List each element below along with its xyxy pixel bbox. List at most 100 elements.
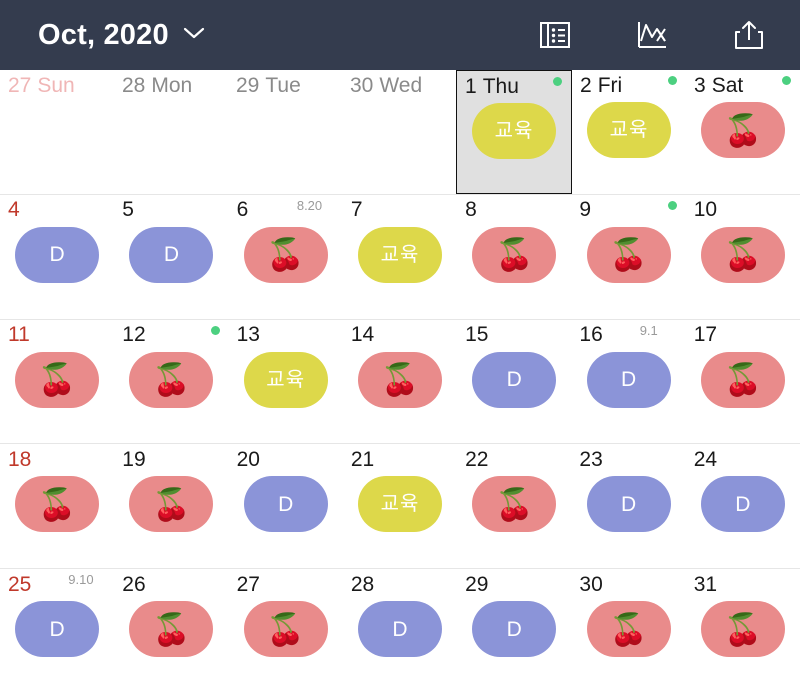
day-number: 10 — [693, 198, 718, 222]
event-pill-diet[interactable]: D — [586, 476, 671, 533]
lunar-date-label: 9.10 — [68, 572, 94, 588]
event-pill-cherry[interactable]: 🍒 — [700, 351, 785, 408]
calendar-day-cell[interactable]: 31 🍒 — [686, 569, 800, 693]
calendar-day-cell[interactable]: 9.10 26 🍒 — [68, 569, 228, 693]
calendar-day-cell[interactable]: 25 D — [0, 569, 114, 693]
statistics-chart-icon[interactable] — [635, 18, 669, 52]
calendar-day-cell[interactable]: 8 🍒 — [457, 195, 571, 319]
calendar-day-cell[interactable]: 6 🍒 — [229, 195, 343, 319]
event-pill-education[interactable]: 교육 — [357, 476, 442, 533]
calendar-week-row: 27 Sun 28 Mon 29 Tue 30 Wed 1 Thu 교육 2 Fri 교육 3 Sat 🍒 — [0, 70, 800, 194]
event-pill-diet[interactable]: D — [700, 476, 785, 533]
day-number: 25 — [8, 572, 32, 596]
event-pill-cherry[interactable]: 🍒 — [586, 226, 671, 283]
event-pill-diet[interactable]: D — [243, 476, 328, 533]
calendar-day-cell[interactable]: 13 교육 — [229, 320, 343, 444]
calendar-day-cell[interactable]: 14 🍒 — [343, 320, 457, 444]
day-number-row: 30 Wed — [342, 70, 456, 100]
calendar-day-cell[interactable]: 9.1 17 🍒 — [640, 320, 800, 444]
calendar-day-cell-selected[interactable]: 1 Thu 교육 — [456, 70, 572, 194]
day-number-row: 28 Mon — [114, 70, 228, 100]
day-number: 13 — [236, 323, 260, 347]
event-pill-cherry[interactable]: 🍒 — [472, 226, 557, 283]
calendar-day-cell[interactable]: 15 D — [457, 320, 571, 444]
calendar-day-cell[interactable]: 28 D — [343, 569, 457, 693]
event-pill-diet[interactable]: D — [15, 601, 100, 658]
event-pill-diet[interactable]: D — [472, 601, 557, 658]
weekday-label: Wed — [379, 73, 423, 97]
event-pill-cherry[interactable]: 🍒 — [129, 351, 214, 408]
day-number-row: 14 — [343, 320, 457, 350]
day-number-row: 8 — [457, 195, 571, 225]
calendar-day-cell[interactable]: 4D — [0, 195, 114, 319]
event-pill-cherry[interactable]: 🍒 — [700, 226, 785, 283]
day-number-row: 24 — [686, 444, 800, 474]
calendar-day-cell[interactable]: 30 🍒 — [571, 569, 685, 693]
calendar-day-cell[interactable]: 29 D — [457, 569, 571, 693]
event-pill-diet[interactable]: D — [357, 601, 442, 658]
day-number-row: 23 — [571, 444, 685, 474]
day-number-row: 12 — [114, 320, 228, 350]
event-pill-diet[interactable]: D — [472, 351, 557, 408]
event-pill-cherry[interactable]: 🍒 — [357, 351, 442, 408]
event-pill-cherry[interactable]: 🍒 — [15, 351, 100, 408]
calendar-day-cell[interactable]: 22 🍒 — [457, 444, 571, 568]
calendar-day-cell[interactable]: 2 Fri 교육 — [572, 70, 686, 194]
event-pill-cherry[interactable]: 🍒 — [243, 601, 328, 658]
calendar-day-cell[interactable]: 24 D — [686, 444, 800, 568]
weekday-label: Sun — [37, 73, 75, 97]
event-pill-diet[interactable]: D — [586, 351, 671, 408]
event-pill-education[interactable]: 교육 — [243, 351, 328, 408]
event-pill-education[interactable]: 교육 — [587, 102, 671, 158]
calendar-day-cell[interactable]: 20 D — [229, 444, 343, 568]
share-export-icon[interactable] — [732, 18, 766, 52]
day-number: 5 — [122, 198, 134, 222]
weekday-label: Fri — [597, 73, 623, 97]
event-pill-cherry[interactable]: 🍒 — [129, 476, 214, 533]
calendar-day-cell[interactable]: 19 🍒 — [114, 444, 228, 568]
event-pill-cherry[interactable]: 🍒 — [701, 102, 785, 158]
event-pill-label: D — [735, 492, 751, 516]
calendar-day-cell[interactable]: 11 🍒 — [0, 320, 114, 444]
calendar-day-cell[interactable]: 27 🍒 — [229, 569, 343, 693]
calendar-day-cell[interactable]: 23 D — [571, 444, 685, 568]
day-number: 7 — [350, 198, 363, 222]
calendar-day-cell[interactable]: 5D — [114, 195, 228, 319]
event-pill-cherry[interactable]: 🍒 — [243, 226, 328, 283]
event-pill-cherry[interactable]: 🍒 — [472, 476, 557, 533]
day-number-row: 19 — [114, 444, 228, 474]
event-pill-cherry[interactable]: 🍒 — [129, 601, 214, 658]
calendar-day-cell[interactable]: 18 🍒 — [0, 444, 114, 568]
day-number-row: 9.1 17 — [640, 320, 800, 350]
calendar-day-cell[interactable]: 9 🍒 — [571, 195, 685, 319]
day-number-row: 28 — [343, 569, 457, 599]
calendar-day-cell[interactable]: 16 D — [571, 320, 685, 444]
empty-day-slot — [243, 102, 327, 158]
event-pill-education[interactable]: 교육 — [357, 226, 442, 283]
calendar-day-cell[interactable]: 3 Sat 🍒 — [686, 70, 800, 194]
day-number: 29 — [236, 73, 260, 97]
day-number: 15 — [465, 323, 489, 347]
chevron-down-icon[interactable] — [183, 26, 205, 45]
calendar-day-cell[interactable]: 8.20 7 교육 — [297, 195, 457, 319]
event-pill-cherry[interactable]: 🍒 — [700, 601, 785, 658]
calendar-day-cell[interactable]: 27 Sun — [0, 70, 114, 194]
calendar-day-cell[interactable]: 30 Wed — [342, 70, 456, 194]
event-pill-education[interactable]: 교육 — [472, 103, 556, 159]
event-pill-diet[interactable]: D — [129, 226, 214, 283]
calendar-day-cell[interactable]: 28 Mon — [114, 70, 228, 194]
day-number-row: 5 — [114, 195, 228, 225]
header-actions — [538, 18, 774, 52]
event-pill-cherry[interactable]: 🍒 — [586, 601, 671, 658]
event-pill-label: 교육 — [380, 243, 420, 266]
calendar-day-cell[interactable]: 10 🍒 — [686, 195, 800, 319]
agenda-list-icon[interactable] — [538, 18, 572, 52]
month-selector[interactable]: Oct, 2020 — [38, 19, 205, 52]
event-pill-diet[interactable]: D — [15, 226, 100, 283]
calendar-day-cell[interactable]: 29 Tue — [228, 70, 342, 194]
event-pill-cherry[interactable]: 🍒 — [15, 476, 100, 533]
event-dot-icon — [667, 200, 677, 210]
calendar-day-cell[interactable]: 12 🍒 — [114, 320, 228, 444]
app-header: Oct, 2020 — [0, 0, 800, 70]
calendar-day-cell[interactable]: 21 교육 — [343, 444, 457, 568]
